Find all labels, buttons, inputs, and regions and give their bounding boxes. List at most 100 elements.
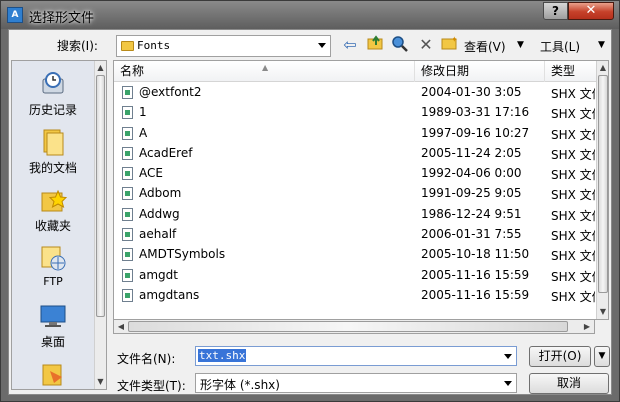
filetype-dropdown[interactable]: 形字体 (*.shx) <box>195 373 517 393</box>
file-row[interactable]: Addwg 1986-12-24 9:51 SHX 文件 <box>114 205 596 225</box>
file-type: SHX 文件 <box>551 208 595 223</box>
back-icon[interactable]: ⇦ <box>340 35 360 55</box>
scroll-left-icon[interactable]: ◀ <box>114 320 128 334</box>
file-date: 2004-01-30 3:05 <box>421 85 522 99</box>
scroll-up-icon[interactable]: ▲ <box>95 61 106 75</box>
place-buzzsaw[interactable] <box>12 359 94 389</box>
file-type: SHX 文件 <box>551 229 595 244</box>
scroll-down-icon[interactable]: ▼ <box>597 305 608 319</box>
chevron-down-icon[interactable] <box>504 354 512 359</box>
place-history[interactable]: 历史记录 <box>12 69 94 118</box>
place-desktop[interactable]: 桌面 <box>12 301 94 350</box>
place-ftp-label: FTP <box>43 275 63 288</box>
shx-file-icon <box>122 248 133 262</box>
views-menu[interactable]: 查看(V) <box>464 38 506 55</box>
file-row[interactable]: Adbom 1991-09-25 9:05 SHX 文件 <box>114 184 596 204</box>
buzzsaw-icon <box>38 359 68 389</box>
file-date: 2005-11-16 15:59 <box>421 267 530 282</box>
look-in-dropdown[interactable]: Fonts <box>116 35 331 57</box>
file-dialog-window: A 选择形文件 ? ✕ 搜索(I): Fonts ⇦ ✕ ✦ 查看(V) ▼ 工… <box>0 0 620 402</box>
file-row[interactable]: ACE 1992-04-06 0:00 SHX 文件 <box>114 164 596 184</box>
file-name: AcadEref <box>139 145 193 160</box>
chevron-down-icon <box>318 43 326 48</box>
file-name: Adbom <box>139 186 182 201</box>
file-type: SHX 文件 <box>551 269 595 284</box>
file-date: 2005-10-18 11:50 <box>421 247 530 262</box>
place-documents[interactable]: 我的文档 <box>12 127 94 176</box>
file-name: aehalf <box>139 227 177 242</box>
documents-icon <box>38 127 68 157</box>
file-row[interactable]: amgdtans 2005-11-16 15:59 SHX 文件 <box>114 286 596 306</box>
shx-file-icon <box>122 207 133 221</box>
file-type: SHX 文件 <box>551 87 595 101</box>
title-bar[interactable]: A 选择形文件 ? ✕ <box>1 1 619 29</box>
ftp-icon <box>38 243 68 273</box>
dialog-body: 搜索(I): Fonts ⇦ ✕ ✦ 查看(V) ▼ 工具(L) ▼ 历史记录 … <box>8 29 612 395</box>
file-date: 2005-11-16 15:59 <box>421 287 530 302</box>
file-type: SHX 文件 <box>551 147 595 162</box>
filename-value: txt.shx <box>198 349 247 362</box>
favorites-icon <box>38 185 68 215</box>
list-scroll-thumb[interactable] <box>598 75 608 293</box>
file-date: 1989-03-31 17:16 <box>421 105 530 120</box>
list-hscrollbar[interactable]: ◀ ▶ <box>113 320 595 334</box>
places-bar: 历史记录 我的文档 收藏夹 FTP 桌面 ▲ ▼ <box>11 60 107 390</box>
places-scroll-thumb[interactable] <box>96 75 105 317</box>
scroll-right-icon[interactable]: ▶ <box>580 320 594 334</box>
file-name: 1 <box>139 105 147 120</box>
look-in-value: Fonts <box>137 39 171 52</box>
place-ftp[interactable]: FTP <box>12 243 94 288</box>
delete-icon[interactable]: ✕ <box>416 35 436 55</box>
views-chevron-icon[interactable]: ▼ <box>517 40 524 50</box>
place-desktop-label: 桌面 <box>40 335 65 349</box>
new-folder-icon[interactable]: ✦ <box>440 35 460 55</box>
app-icon: A <box>7 7 23 23</box>
chevron-down-icon <box>504 381 512 386</box>
open-options-button[interactable]: ▼ <box>594 346 610 367</box>
file-type: SHX 文件 <box>551 249 595 264</box>
file-row[interactable]: @extfont2 2004-01-30 3:05 SHX 文件 <box>114 83 596 103</box>
place-favorites[interactable]: 收藏夹 <box>12 185 94 234</box>
desktop-icon <box>38 301 68 331</box>
look-in-label: 搜索(I): <box>57 39 98 53</box>
close-button[interactable]: ✕ <box>568 2 614 20</box>
search-web-icon[interactable] <box>390 35 410 55</box>
place-favorites-label: 收藏夹 <box>34 219 71 233</box>
file-name: amgdt <box>139 267 178 282</box>
file-list: 名称 ▲ 修改日期 类型 @extfont2 2004-01-30 3:05 SHX… <box>113 60 609 320</box>
shx-file-icon <box>122 268 133 282</box>
file-name: ACE <box>139 166 163 181</box>
shx-file-icon <box>122 228 133 242</box>
shx-file-icon <box>122 167 133 181</box>
file-row[interactable]: 1 1989-03-31 17:16 SHX 文件 <box>114 103 596 123</box>
file-row[interactable]: A 1997-09-16 10:27 SHX 文件 <box>114 124 596 144</box>
places-list: 历史记录 我的文档 收藏夹 FTP 桌面 <box>12 61 94 389</box>
file-name: @extfont2 <box>139 85 202 99</box>
file-name: A <box>139 125 148 140</box>
file-date: 1997-09-16 10:27 <box>421 125 530 140</box>
list-hscroll-thumb[interactable] <box>128 321 568 332</box>
scroll-down-icon[interactable]: ▼ <box>95 375 106 389</box>
window-title: 选择形文件 <box>29 11 95 26</box>
open-button[interactable]: 打开(O) <box>529 346 591 367</box>
file-type: SHX 文件 <box>551 127 595 142</box>
file-row[interactable]: amgdt 2005-11-16 15:59 SHX 文件 <box>114 266 596 286</box>
file-row[interactable]: AcadEref 2005-11-24 2:05 SHX 文件 <box>114 144 596 164</box>
file-date: 1992-04-06 0:00 <box>421 166 522 181</box>
list-scrollbar[interactable]: ▲ ▼ <box>596 61 608 319</box>
places-scrollbar[interactable]: ▲ ▼ <box>94 61 106 389</box>
shx-file-icon <box>122 146 133 160</box>
file-row[interactable]: AMDTSymbols 2005-10-18 11:50 SHX 文件 <box>114 245 596 265</box>
cancel-button[interactable]: 取消 <box>529 373 609 394</box>
up-folder-icon[interactable] <box>366 35 386 55</box>
help-button[interactable]: ? <box>543 2 568 20</box>
file-name: amgdtans <box>139 287 200 302</box>
file-date: 2006-01-31 7:55 <box>421 227 522 242</box>
place-documents-label: 我的文档 <box>28 161 77 175</box>
tools-chevron-icon[interactable]: ▼ <box>598 40 605 50</box>
filename-field[interactable]: txt.shx <box>195 346 517 366</box>
tools-menu[interactable]: 工具(L) <box>540 38 580 55</box>
column-date[interactable]: 修改日期 <box>415 61 545 82</box>
scroll-up-icon[interactable]: ▲ <box>597 61 608 75</box>
file-row[interactable]: aehalf 2006-01-31 7:55 SHX 文件 <box>114 225 596 245</box>
